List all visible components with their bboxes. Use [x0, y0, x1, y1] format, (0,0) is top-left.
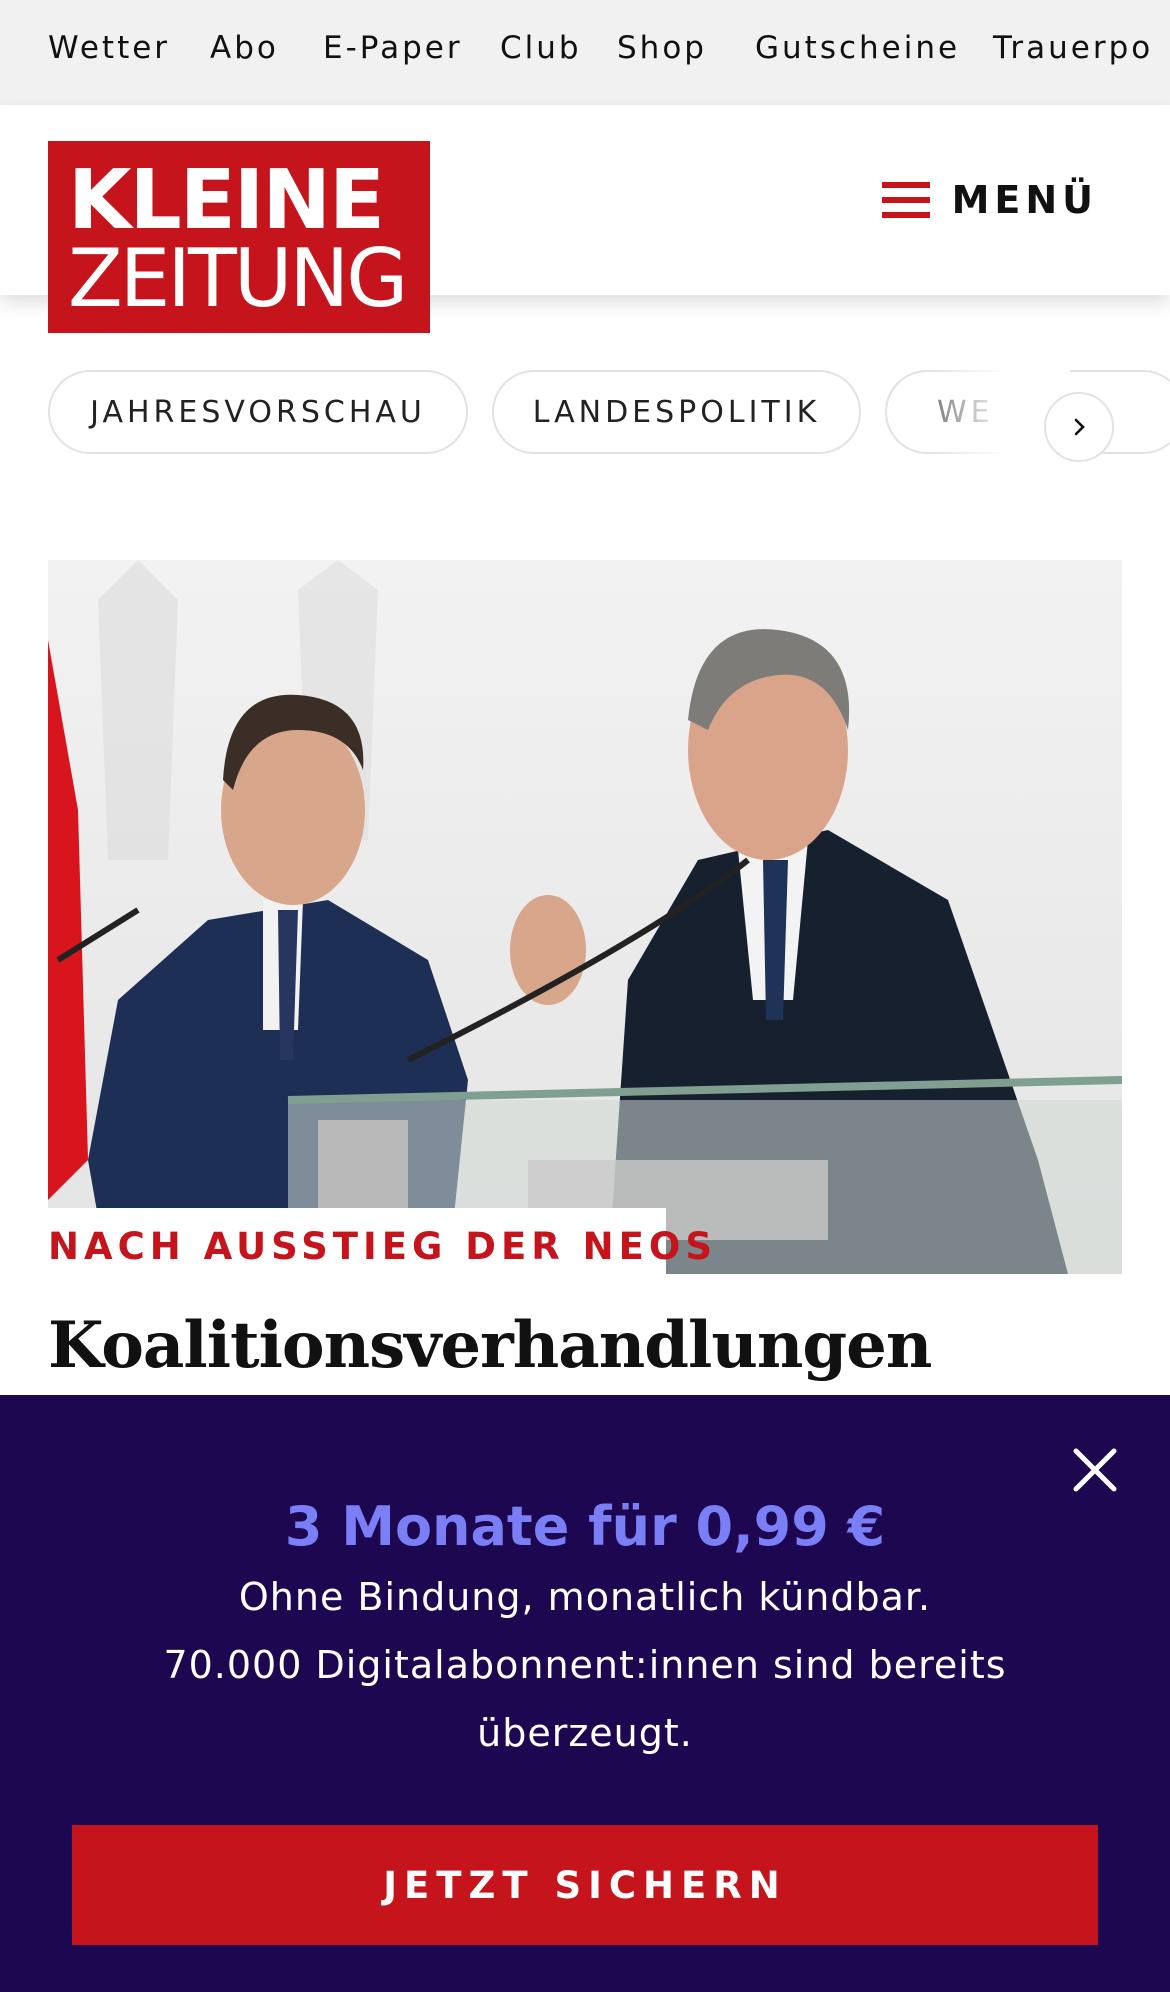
- chip-scroll-right-button[interactable]: [1044, 392, 1114, 462]
- nav-link-gutscheine[interactable]: Gutscheine: [755, 30, 960, 66]
- article-kicker[interactable]: NACH AUSSTIEG DER NEOS: [48, 1225, 717, 1268]
- top-utility-nav: Wetter Abo E-Paper Club Shop Gutscheine …: [0, 0, 1170, 105]
- site-logo[interactable]: KLEINE ZEITUNG: [48, 141, 430, 333]
- close-icon: [1073, 1448, 1117, 1492]
- chip-jahresvorschau[interactable]: JAHRESVORSCHAU: [48, 370, 468, 454]
- chevron-right-icon: [1074, 418, 1085, 436]
- close-button[interactable]: [1070, 1445, 1120, 1495]
- article-headline[interactable]: Koalitionsverhandlungen: [48, 1308, 932, 1383]
- promo-text-line2: 70.000 Digitalabonnent:innen sind bereit…: [163, 1643, 1007, 1687]
- category-chip-bar: JAHRESVORSCHAU LANDESPOLITIK WE: [0, 368, 1170, 458]
- nav-link-epaper[interactable]: E-Paper: [323, 30, 463, 66]
- promo-title: 3 Monate für 0,99 €: [284, 1495, 886, 1558]
- menu-label: MENÜ: [951, 178, 1098, 222]
- hamburger-icon: [881, 182, 930, 218]
- nav-link-trauer[interactable]: Trauerpo: [993, 30, 1153, 66]
- nav-link-shop[interactable]: Shop: [617, 30, 707, 66]
- logo-line2: ZEITUNG: [68, 232, 408, 325]
- press-conference-photo: [48, 560, 1122, 1274]
- menu-button[interactable]: MENÜ: [881, 175, 1098, 225]
- promo-text-line1: Ohne Bindung, monatlich kündbar.: [238, 1575, 932, 1619]
- chip-landespolitik[interactable]: LANDESPOLITIK: [492, 370, 861, 454]
- nav-link-club[interactable]: Club: [500, 30, 582, 66]
- article-image[interactable]: [48, 560, 1122, 1274]
- subscribe-cta-button[interactable]: JETZT SICHERN: [72, 1825, 1098, 1945]
- nav-link-abo[interactable]: Abo: [210, 30, 279, 66]
- promo-text-line3: überzeugt.: [477, 1711, 693, 1755]
- subscription-promo-banner: 3 Monate für 0,99 € Ohne Bindung, monatl…: [0, 1395, 1170, 1992]
- nav-link-wetter[interactable]: Wetter: [48, 30, 170, 66]
